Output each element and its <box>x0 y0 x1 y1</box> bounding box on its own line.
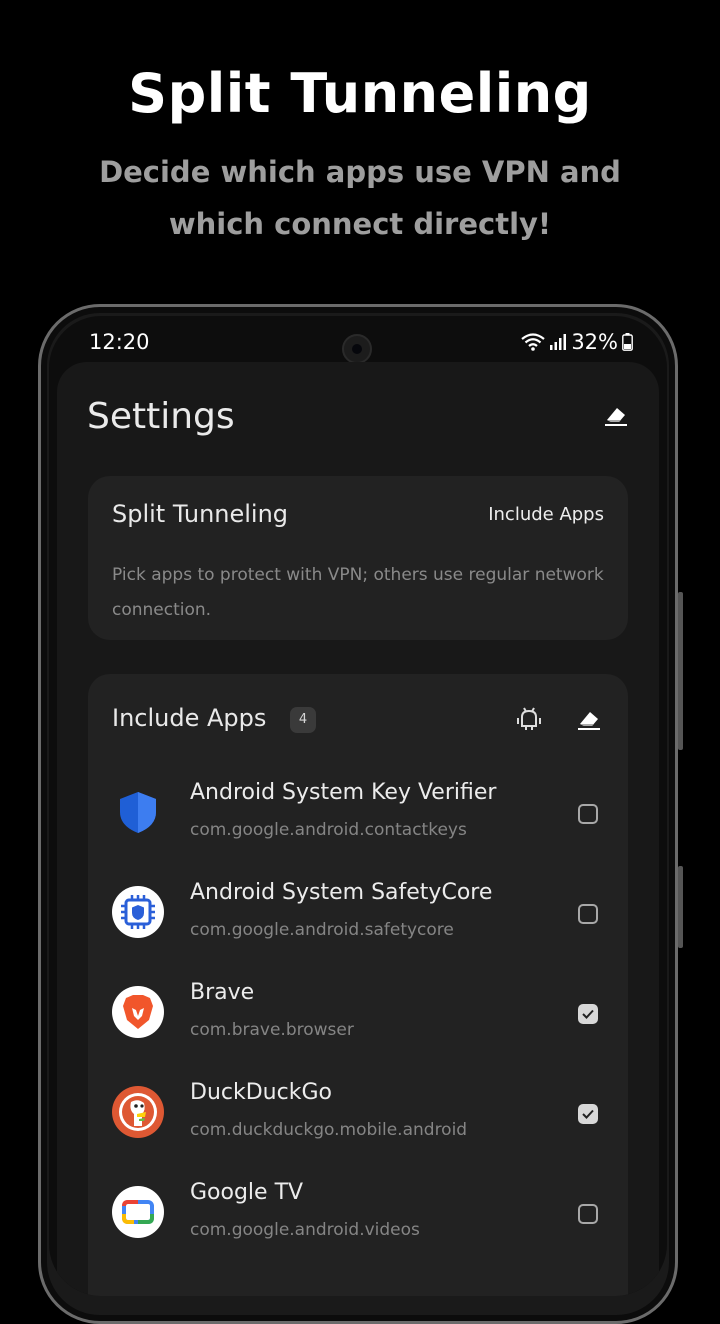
phone-side-button-power <box>678 592 683 750</box>
battery-icon <box>622 333 633 351</box>
eraser-icon[interactable] <box>574 704 604 734</box>
status-right: 32% <box>521 330 633 354</box>
app-name: DuckDuckGo <box>190 1080 332 1105</box>
app-checkbox[interactable] <box>578 1204 598 1224</box>
app-package: com.brave.browser <box>190 1020 354 1040</box>
app-name: Android System Key Verifier <box>190 780 497 805</box>
app-package: com.google.android.safetycore <box>190 920 454 940</box>
eraser-icon[interactable] <box>601 400 631 430</box>
front-camera <box>342 334 372 364</box>
app-checkbox-checked[interactable] <box>578 1104 598 1124</box>
app-package: com.google.android.videos <box>190 1220 420 1240</box>
wifi-icon <box>521 333 546 351</box>
promo-title: Split Tunneling <box>128 62 592 125</box>
shield-icon <box>112 786 164 838</box>
split-mode-value[interactable]: Include Apps <box>488 504 604 525</box>
app-name: Brave <box>190 980 255 1005</box>
app-row[interactable]: Android System SafetyCore com.google.and… <box>88 868 628 968</box>
app-count-badge: 4 <box>290 707 316 733</box>
android-icon[interactable] <box>514 704 544 734</box>
signal-icon <box>550 334 567 350</box>
settings-screen: Settings Split Tunneling Include Apps Pi… <box>57 362 659 1296</box>
phone-screen: 12:20 32% Settings Split Tunneling Inclu… <box>49 316 667 1296</box>
split-tunneling-card[interactable]: Split Tunneling Include Apps Pick apps t… <box>88 476 628 640</box>
app-checkbox[interactable] <box>578 904 598 924</box>
app-row[interactable]: Google TV com.google.android.videos <box>88 1168 628 1268</box>
app-checkbox[interactable] <box>578 804 598 824</box>
app-row[interactable]: DuckDuckGo com.duckduckgo.mobile.android <box>88 1068 628 1168</box>
tv-icon <box>112 1186 164 1238</box>
duck-icon <box>112 1086 164 1138</box>
app-row[interactable]: Brave com.brave.browser <box>88 968 628 1068</box>
split-tunneling-description: Pick apps to protect with VPN; others us… <box>112 565 604 620</box>
chip-shield-icon <box>112 886 164 938</box>
promo-subtitle-line2: which connect directly! <box>168 207 552 241</box>
check-icon <box>582 1109 594 1119</box>
split-tunneling-title: Split Tunneling <box>112 500 289 528</box>
app-package: com.duckduckgo.mobile.android <box>190 1120 468 1140</box>
app-row[interactable]: Android System Key Verifier com.google.a… <box>88 768 628 868</box>
status-time: 12:20 <box>89 330 150 354</box>
battery-percent: 32% <box>571 330 618 354</box>
include-apps-card: Include Apps 4 Android System Key Verifi… <box>88 674 628 1296</box>
page-title: Settings <box>87 396 235 437</box>
app-name: Android System SafetyCore <box>190 880 493 905</box>
phone-side-button-volume <box>678 866 683 948</box>
app-name: Google TV <box>190 1180 304 1205</box>
promo-subtitle: Decide which apps use VPN and which conn… <box>60 146 660 250</box>
app-checkbox-checked[interactable] <box>578 1004 598 1024</box>
include-apps-title: Include Apps <box>112 704 267 732</box>
check-icon <box>582 1009 594 1019</box>
app-package: com.google.android.contactkeys <box>190 820 467 840</box>
promo-subtitle-line1: Decide which apps use VPN and <box>99 155 621 189</box>
brave-lion-icon <box>112 986 164 1038</box>
